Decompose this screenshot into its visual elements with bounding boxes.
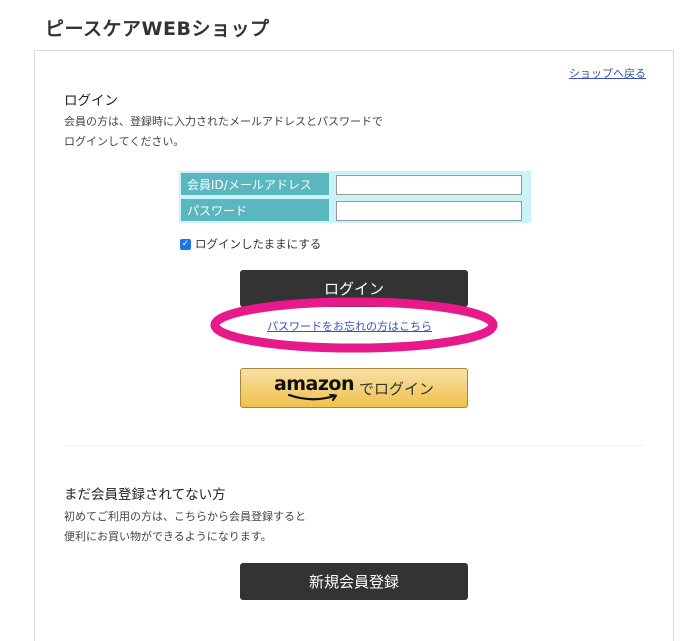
login-panel: ショップへ戻る ログイン 会員の方は、登録時に入力されたメールアドレスとパスワー…: [34, 50, 674, 641]
id-row: 会員ID/メールアドレス: [179, 171, 531, 197]
amazon-logo: amazon: [273, 373, 355, 402]
keep-logged-in-checkbox[interactable]: ✓: [180, 238, 191, 250]
back-to-shop-link[interactable]: ショップへ戻る: [569, 65, 646, 81]
amazon-login-button[interactable]: amazon でログイン: [240, 368, 468, 408]
page-title: ピースケアWEBショップ: [45, 18, 270, 40]
section-divider: [64, 445, 644, 446]
register-description-line1: 初めてご利用の方は、こちらから会員登録すると: [64, 510, 306, 523]
id-input[interactable]: [336, 175, 522, 195]
login-form: 会員ID/メールアドレス パスワード: [179, 171, 531, 223]
keep-logged-in[interactable]: ✓ ログインしたままにする: [180, 236, 321, 252]
password-row: パスワード: [179, 197, 531, 223]
login-description: 会員の方は、登録時に入力されたメールアドレスとパスワードで ログインしてください…: [64, 112, 383, 152]
amazon-login-label: でログイン: [359, 379, 435, 398]
login-description-line2: ログインしてください。: [64, 135, 185, 148]
register-description: 初めてご利用の方は、こちらから会員登録すると 便利にお買い物ができるようになりま…: [64, 507, 306, 547]
register-description-line2: 便利にお買い物ができるようになります。: [64, 530, 272, 543]
login-description-line1: 会員の方は、登録時に入力されたメールアドレスとパスワードで: [64, 115, 383, 128]
password-label: パスワード: [179, 197, 331, 223]
register-heading: まだ会員登録されてない方: [64, 487, 226, 503]
keep-logged-in-label: ログインしたままにする: [195, 237, 322, 251]
forgot-password-link[interactable]: パスワードをお忘れの方はこちら: [267, 318, 432, 334]
register-button[interactable]: 新規会員登録: [240, 563, 468, 600]
amazon-smile-icon: [287, 394, 337, 401]
checkmark-icon: ✓: [181, 238, 190, 249]
amazon-logo-text: amazon: [273, 373, 355, 395]
id-label: 会員ID/メールアドレス: [179, 171, 331, 197]
login-heading: ログイン: [64, 93, 118, 109]
password-input[interactable]: [336, 201, 522, 221]
